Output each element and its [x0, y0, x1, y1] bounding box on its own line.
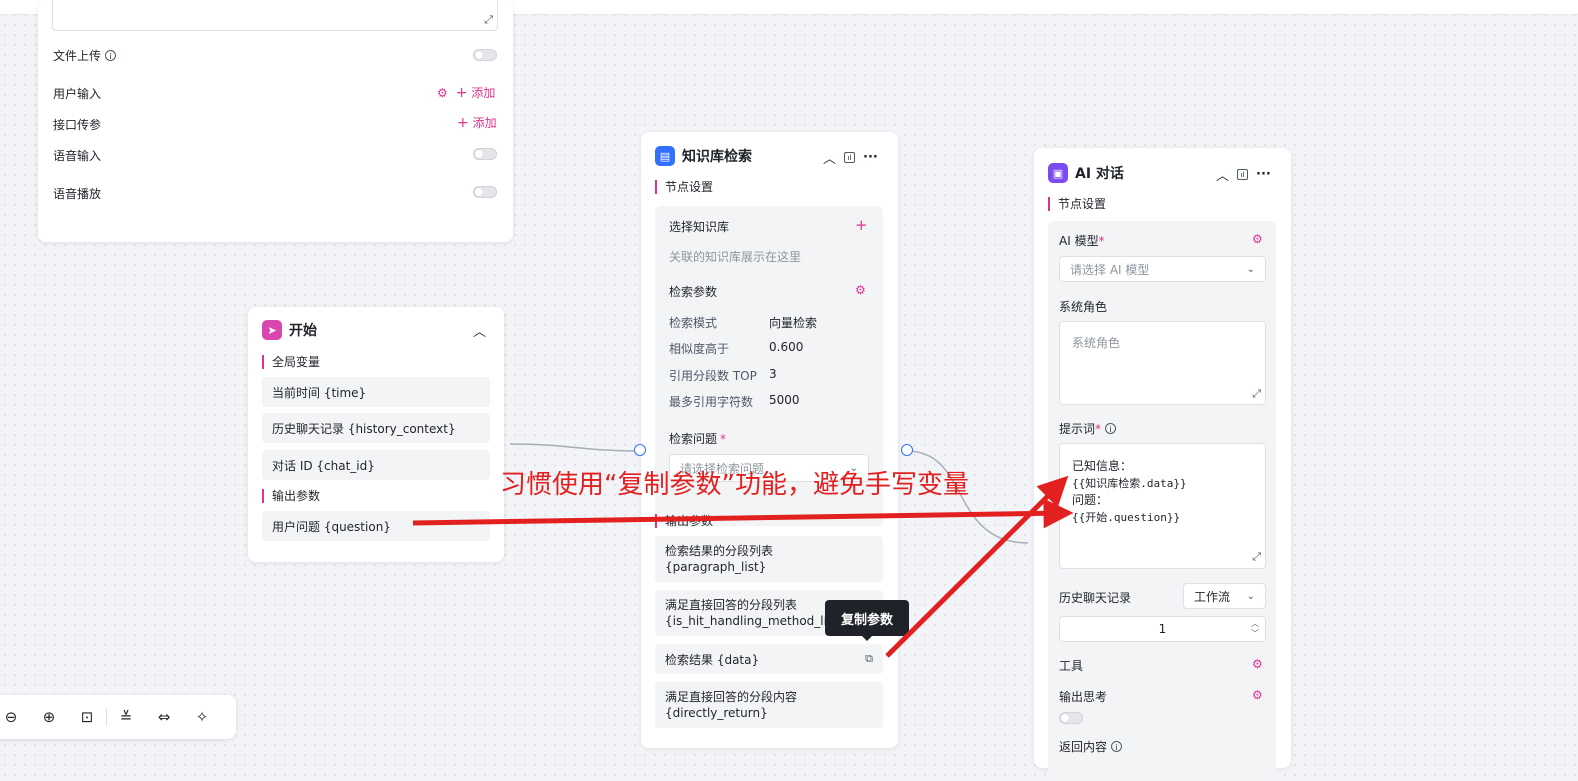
beautify-icon[interactable]: ✧	[183, 708, 221, 726]
zoom-out-icon[interactable]: ⊖	[0, 708, 30, 726]
arrow-data-to-prompt	[885, 475, 1069, 658]
zoom-in-icon[interactable]: ⊕	[30, 708, 68, 726]
arrow-question-to-prompt	[412, 498, 1074, 529]
fit-view-icon[interactable]: ⊡	[68, 708, 106, 726]
expand-all-icon[interactable]: ⇔	[145, 708, 183, 726]
collapse-all-icon[interactable]: ≚	[107, 708, 145, 726]
canvas-toolbar: ⊖ ⊕ ⊡ ≚ ⇔ ✧	[0, 695, 236, 739]
annotation-arrows	[412, 475, 1074, 658]
